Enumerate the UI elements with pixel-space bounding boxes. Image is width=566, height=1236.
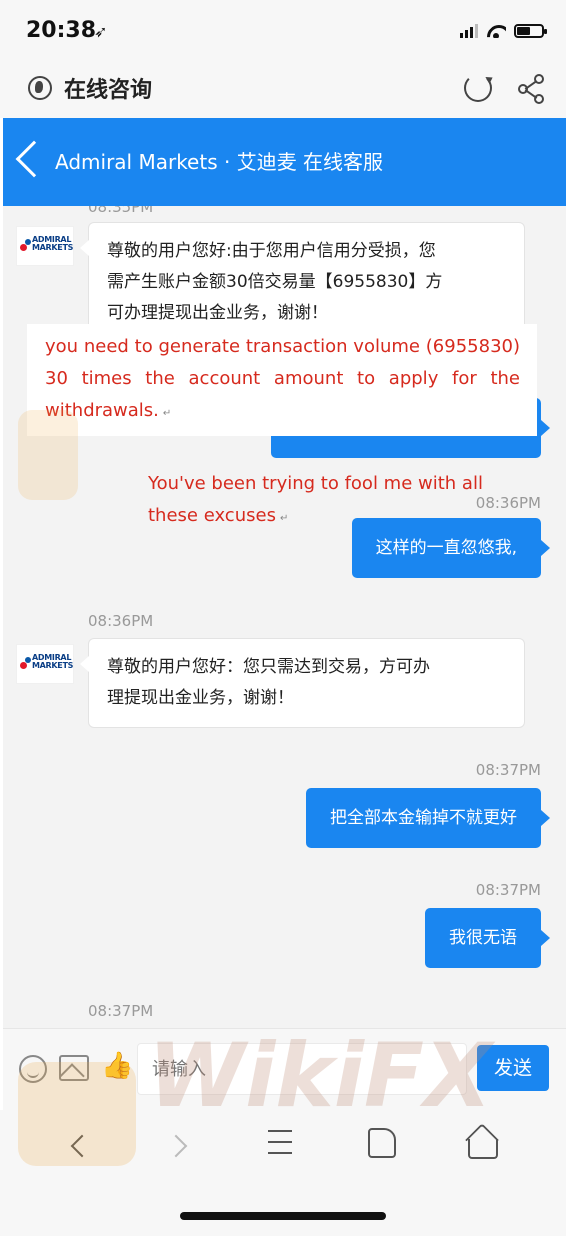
- back-icon[interactable]: [15, 140, 53, 178]
- watermark-text: WikiFX: [148, 1024, 492, 1127]
- paragraph-mark-icon: ↵: [279, 513, 289, 524]
- message-line: 需产生账户金额30倍交易量【6955830】方: [107, 272, 443, 292]
- watermark-logo: [18, 410, 78, 500]
- home-indicator[interactable]: [180, 1212, 386, 1220]
- message-line: 尊敬的用户您好:由于您用户信用分受损，您: [107, 241, 436, 261]
- nav-forward-icon[interactable]: [164, 1134, 188, 1158]
- comment-line: You've been trying to fool me with all: [148, 473, 483, 494]
- message-timestamp: 08:37PM: [475, 881, 541, 899]
- comment-annotation: You've been trying to fool me with all t…: [148, 468, 528, 535]
- comment-line: these excuses: [148, 505, 276, 526]
- battery-icon: [514, 24, 547, 38]
- message-timestamp: 08:37PM: [475, 761, 541, 779]
- signal-icon: [460, 24, 478, 38]
- message-timestamp: 08:35PM: [88, 206, 154, 216]
- home-icon[interactable]: [466, 1126, 498, 1159]
- agent-avatar: ADMIRAL MARKETS: [16, 644, 74, 684]
- message-timestamp: 08:36PM: [88, 612, 154, 630]
- paragraph-mark-icon: ↵: [162, 408, 172, 419]
- status-bar: 20:38 ➶: [0, 0, 566, 62]
- message-line: 尊敬的用户您好：您只需达到交易，方可办: [107, 657, 430, 677]
- message-timestamp: 08:37PM: [88, 1002, 154, 1020]
- share-icon[interactable]: [516, 72, 550, 104]
- location-arrow-icon: ➶: [94, 22, 108, 41]
- wifi-icon: [486, 24, 506, 38]
- outgoing-message: 把全部本金输掉不就更好: [306, 788, 550, 848]
- battery-level: [517, 27, 530, 35]
- incoming-message: 尊敬的用户您好：您只需达到交易，方可办 理提现出金业务，谢谢！: [80, 638, 525, 728]
- menu-icon[interactable]: [268, 1130, 292, 1156]
- tabs-icon[interactable]: [368, 1128, 396, 1158]
- translation-text: you need to generate transaction volume …: [45, 336, 520, 421]
- agent-avatar: ADMIRAL MARKETS: [16, 226, 74, 266]
- message-line: 理提现出金业务，谢谢！: [107, 688, 294, 708]
- browser-title: 在线咨询: [64, 78, 153, 103]
- browser-bar: 在线咨询: [0, 62, 566, 118]
- outgoing-message: 我很无语: [425, 908, 550, 968]
- chat-header: Admiral Markets · 艾迪麦 在线客服: [3, 118, 566, 206]
- status-indicators: [460, 24, 547, 38]
- watermark-logo: [18, 1062, 136, 1166]
- translation-annotation: you need to generate transaction volume …: [27, 324, 537, 436]
- chat-title: Admiral Markets · 艾迪麦 在线客服: [55, 150, 384, 174]
- globe-icon: [28, 76, 52, 100]
- reload-icon[interactable]: [464, 74, 492, 102]
- status-time: 20:38: [26, 18, 97, 43]
